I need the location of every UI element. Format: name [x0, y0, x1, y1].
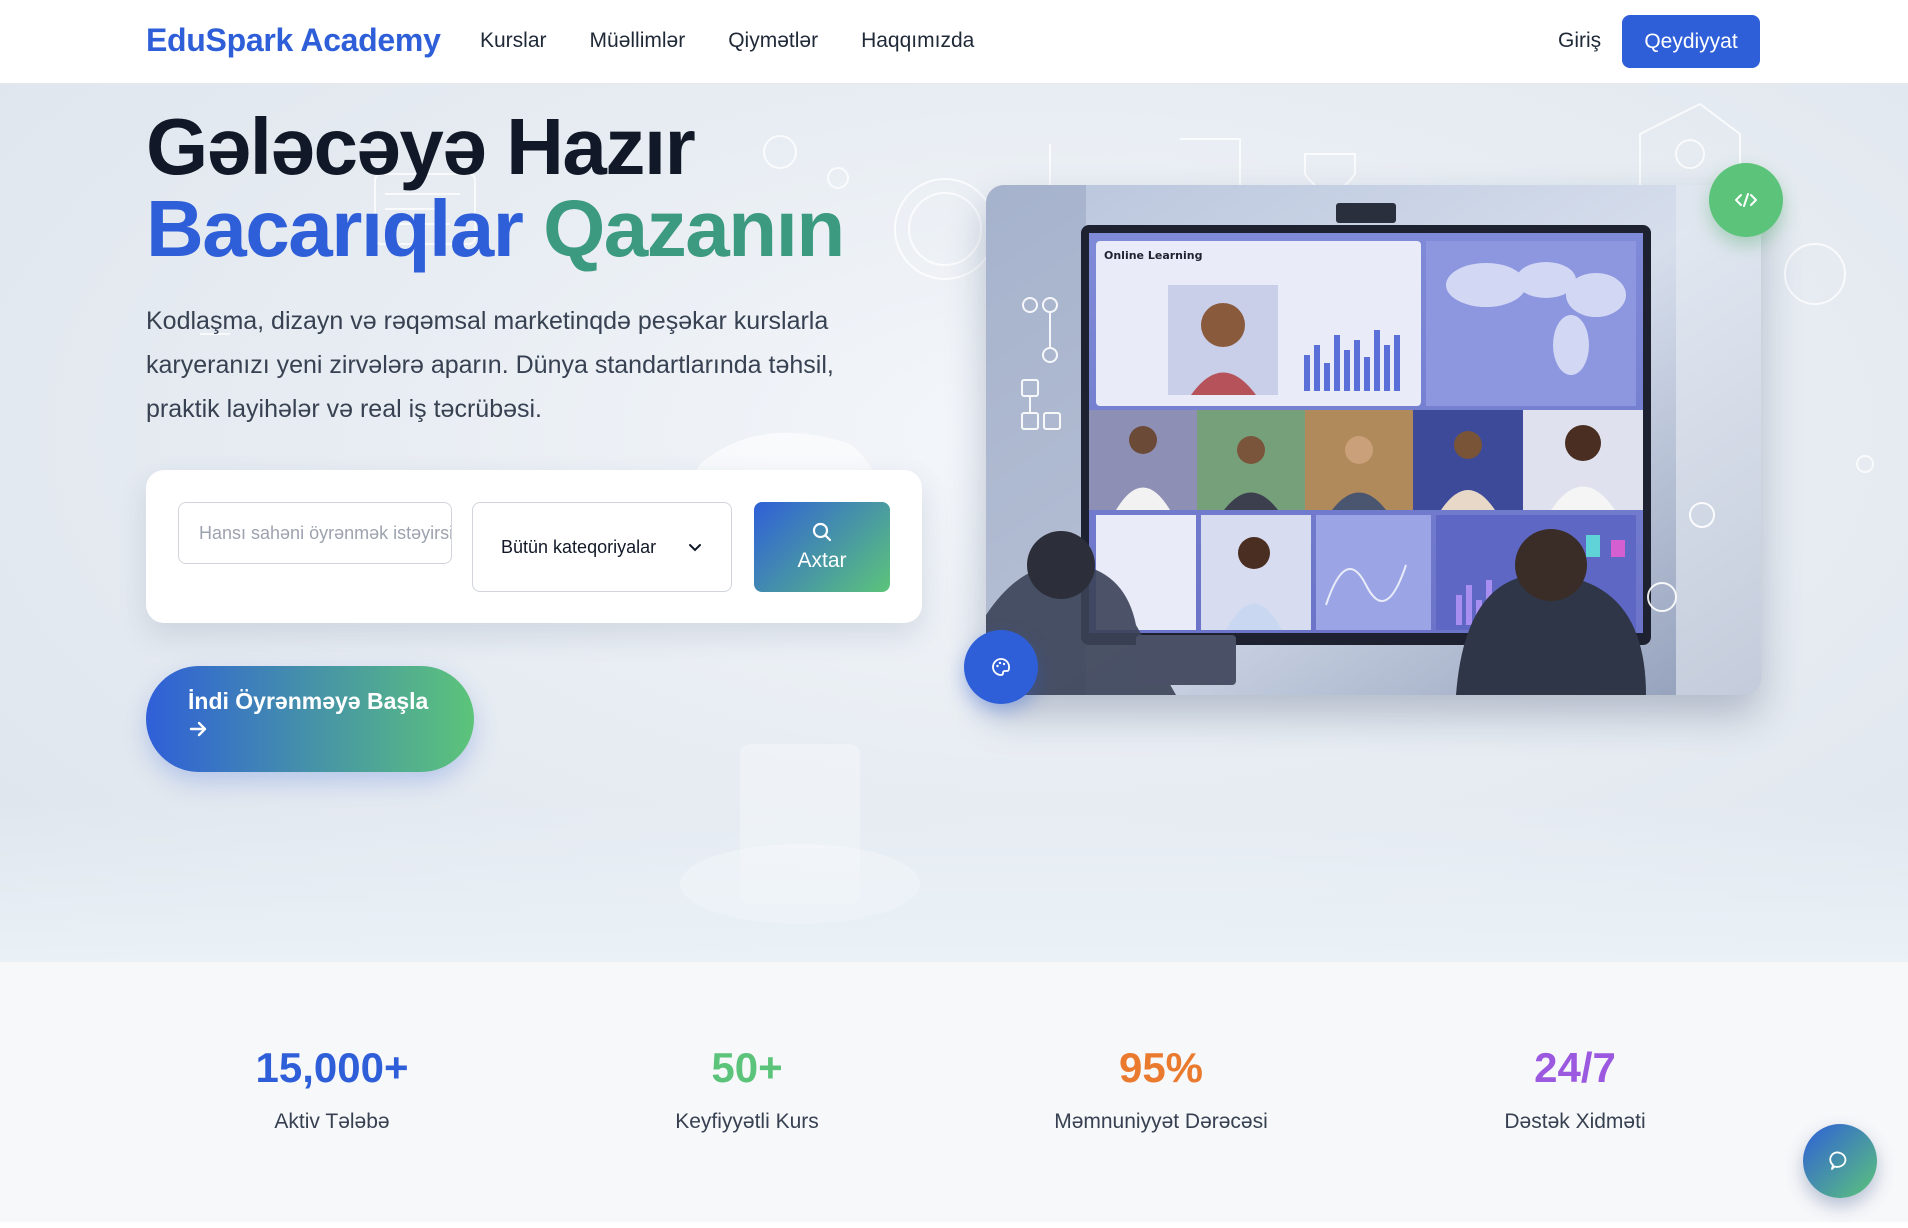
login-link[interactable]: Giriş — [1558, 29, 1601, 53]
stat-support: 24/7 Dəstək Xidməti — [1395, 1044, 1755, 1134]
code-badge — [1709, 163, 1783, 237]
nav-link-teachers[interactable]: Müəllimlər — [590, 29, 686, 53]
search-input[interactable]: Hansı sahəni öyrənmək istəyirsiniz? — [178, 502, 452, 564]
hero-title-line1: Gələcəyə Hazır — [146, 102, 696, 191]
stat-satisfaction: 95% Məmnuniyyət Dərəcəsi — [981, 1044, 1341, 1134]
nav-links: Kurslar Müəllimlər Qiymətlər Haqqımızda — [480, 29, 974, 53]
stats-section: 15,000+ Aktiv Tələbə 50+ Keyfiyyətli Kur… — [0, 962, 1908, 1222]
palette-icon — [992, 658, 1010, 676]
nav-link-courses[interactable]: Kurslar — [480, 29, 547, 53]
chat-icon — [1829, 1151, 1847, 1170]
online-learning-illustration: Online Learning — [986, 185, 1761, 695]
category-select-value: Bütün kateqoriyalar — [501, 536, 657, 557]
stat-value: 95% — [1118, 1044, 1204, 1091]
stat-students: 15,000+ Aktiv Tələbə — [152, 1044, 512, 1134]
hero-title-line2: Bacarıqlar Qazanın — [146, 184, 845, 273]
search-card: Hansı sahəni öyrənmək istəyirsiniz? Bütü… — [146, 470, 922, 623]
top-navigation: EduSpark Academy Kurslar Müəllimlər Qiym… — [0, 0, 1908, 84]
nav-link-pricing[interactable]: Qiymətlər — [728, 29, 818, 53]
stat-label: Keyfiyyətli Kurs — [675, 1110, 819, 1133]
screen-title: Online Learning — [1104, 249, 1202, 262]
arrow-right-icon — [188, 719, 432, 745]
start-learning-button[interactable]: İndi Öyrənməyə Başla — [146, 666, 474, 772]
hero-lead-text: Kodlaşma, dizayn və rəqəmsal marketinqdə… — [146, 307, 834, 423]
chevron-down-icon — [689, 544, 701, 552]
category-select[interactable]: Bütün kateqoriyalar — [472, 502, 732, 592]
hero-title-word-green: Qazanın — [543, 184, 845, 273]
search-button[interactable]: Axtar — [754, 502, 890, 592]
site-logo[interactable]: EduSpark Academy — [146, 22, 441, 59]
search-icon — [812, 522, 832, 542]
stat-label: Dəstək Xidməti — [1504, 1110, 1646, 1133]
palette-badge — [964, 630, 1038, 704]
stat-label: Məmnuniyyət Dərəcəsi — [1054, 1110, 1268, 1133]
stat-label: Aktiv Tələbə — [274, 1110, 390, 1133]
stat-value: 24/7 — [1534, 1044, 1616, 1091]
signup-button[interactable]: Qeydiyyat — [1622, 15, 1760, 68]
nav-link-about[interactable]: Haqqımızda — [861, 29, 974, 53]
stat-value: 50+ — [711, 1044, 783, 1091]
hero-bottom-fade — [0, 802, 1908, 962]
hero-title-word-blue: Bacarıqlar — [146, 184, 524, 273]
start-learning-label: İndi Öyrənməyə Başla — [188, 688, 429, 714]
hero-image: Online Learning — [986, 185, 1761, 695]
search-button-label: Axtar — [797, 549, 847, 572]
stat-courses: 50+ Keyfiyyətli Kurs — [567, 1044, 927, 1134]
code-icon — [1735, 193, 1757, 207]
chat-button[interactable] — [1803, 1124, 1877, 1198]
stat-value: 15,000+ — [255, 1044, 409, 1091]
